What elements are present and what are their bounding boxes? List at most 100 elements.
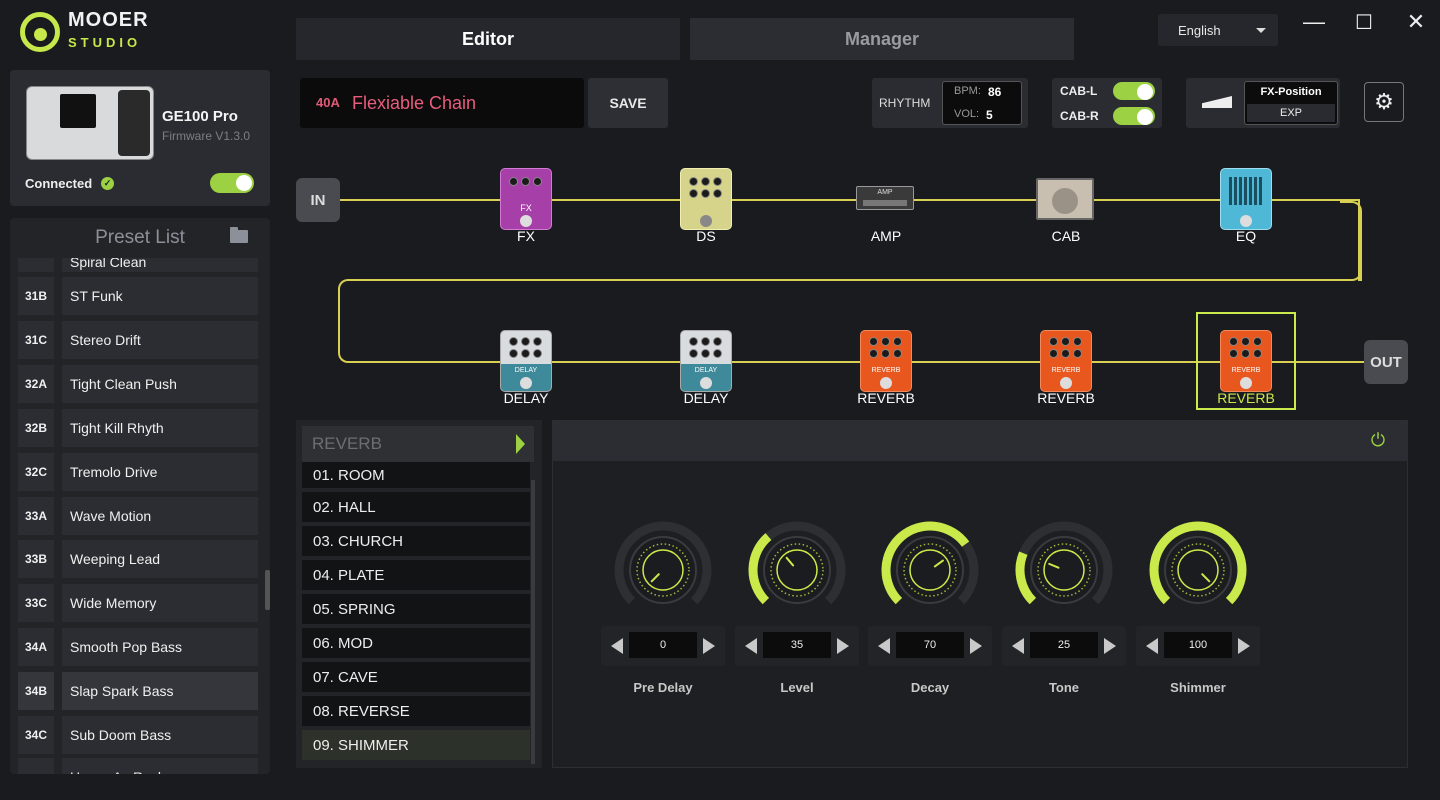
effect-list-item[interactable]: 07. CAVE (302, 662, 530, 692)
increment-arrow-icon[interactable] (1104, 638, 1116, 654)
exp-value[interactable]: EXP (1247, 104, 1335, 122)
increment-arrow-icon[interactable] (703, 638, 715, 654)
cab-r-label: CAB-R (1060, 109, 1099, 123)
preset-row[interactable]: 33C Wide Memory (18, 584, 258, 623)
knob-decay[interactable] (875, 515, 985, 625)
preset-number: 32A (18, 364, 54, 403)
footswitch-icon (520, 377, 532, 389)
param-label: Decay (910, 680, 950, 695)
pedal-eq[interactable] (1220, 168, 1272, 230)
pedal-cab[interactable] (1036, 178, 1094, 220)
knob-pre-delay[interactable] (608, 515, 718, 625)
increment-arrow-icon[interactable] (1238, 638, 1250, 654)
pedal-amp-text: AMP (877, 189, 893, 196)
preset-row[interactable]: Heavy As Rock (18, 758, 258, 774)
pedal-fx[interactable]: FX (500, 168, 552, 230)
param-value[interactable]: 100 (1164, 632, 1232, 658)
increment-arrow-icon[interactable] (837, 638, 849, 654)
effect-list-item[interactable]: 08. REVERSE (302, 696, 530, 726)
effect-list-item[interactable]: 04. PLATE (302, 560, 530, 590)
pedal-delay-text: DELAY (694, 367, 718, 374)
value-stepper: 70 (868, 626, 992, 666)
effect-list-item[interactable]: 06. MOD (302, 628, 530, 658)
chevron-down-icon (1256, 28, 1266, 33)
pedal-amp[interactable]: AMP (856, 186, 914, 210)
chain-in[interactable]: IN (296, 178, 340, 222)
footswitch-icon (1060, 377, 1072, 389)
preset-row[interactable]: 32C Tremolo Drive (18, 452, 258, 491)
effect-list-item[interactable]: 05. SPRING (302, 594, 530, 624)
preset-row[interactable]: 31B ST Funk (18, 277, 258, 315)
preset-name: Wide Memory (62, 584, 258, 623)
knob-tone[interactable] (1009, 515, 1119, 625)
preset-number: 34A (18, 628, 54, 667)
speaker-icon (1052, 188, 1078, 214)
param-label: Pre Delay (633, 680, 693, 695)
effect-list-item[interactable]: 03. CHURCH (302, 526, 530, 556)
effect-list-item[interactable]: 02. HALL (302, 492, 530, 522)
effect-list-item[interactable]: 09. SHIMMER (302, 730, 530, 760)
preset-row[interactable]: 34C Sub Doom Bass (18, 716, 258, 754)
current-preset-name[interactable]: Flexiable Chain (352, 93, 476, 114)
pedal-label-amp: AMP (870, 228, 902, 244)
value-stepper: 100 (1136, 626, 1260, 666)
pedal-delay-2[interactable]: DELAY (680, 330, 732, 392)
preset-name: Tight Clean Push (62, 364, 258, 403)
preset-row[interactable]: 34B Slap Spark Bass (18, 672, 258, 711)
decrement-arrow-icon[interactable] (745, 638, 757, 654)
cab-r-toggle[interactable] (1113, 107, 1155, 125)
footswitch-icon (700, 215, 712, 227)
knob-inner (1177, 549, 1219, 591)
logo-icon (20, 12, 60, 52)
vol-key: VOL: (954, 108, 980, 120)
pedal-reverb-2[interactable]: REVERB (1040, 330, 1092, 392)
effect-list-scrollbar[interactable] (531, 480, 535, 764)
save-button[interactable]: SAVE (588, 78, 668, 128)
minimize-button[interactable]: — (1302, 9, 1326, 34)
settings-button[interactable]: ⚙ (1364, 82, 1404, 122)
pedal-ds[interactable] (680, 168, 732, 230)
preset-row[interactable]: 32A Tight Clean Push (18, 364, 258, 403)
knob-shimmer[interactable] (1143, 515, 1253, 625)
connection-toggle[interactable] (210, 173, 254, 193)
cab-l-toggle[interactable] (1113, 82, 1155, 100)
tab-editor[interactable]: Editor (296, 18, 680, 60)
increment-arrow-icon[interactable] (970, 638, 982, 654)
param-value[interactable]: 25 (1030, 632, 1098, 658)
knob-level[interactable] (742, 515, 852, 625)
decrement-arrow-icon[interactable] (878, 638, 890, 654)
preset-number: 33A (18, 496, 54, 535)
preset-row[interactable]: 31C Stereo Drift (18, 320, 258, 359)
fx-position-label: FX-Position (1260, 86, 1322, 98)
effect-category-header[interactable]: REVERB (302, 426, 534, 462)
param-value[interactable]: 0 (629, 632, 697, 658)
param-label: Tone (1048, 680, 1080, 695)
preset-row[interactable]: 33B Weeping Lead (18, 540, 258, 579)
preset-row[interactable]: 34A Smooth Pop Bass (18, 628, 258, 667)
check-icon: ✓ (101, 177, 114, 190)
chain-line-middle (350, 279, 1342, 281)
close-button[interactable]: ✕ (1404, 9, 1428, 34)
power-icon[interactable]: ⏻ (1368, 430, 1388, 450)
preset-list-scrollbar[interactable] (265, 570, 270, 610)
pedal-label-reverb-3: REVERB (1217, 390, 1275, 406)
pedal-delay-text: DELAY (514, 367, 538, 374)
decrement-arrow-icon[interactable] (1012, 638, 1024, 654)
param-value[interactable]: 35 (763, 632, 831, 658)
effect-list-item[interactable]: 01. ROOM (302, 462, 530, 488)
preset-number: 32B (18, 408, 54, 447)
preset-row[interactable]: 32B Tight Kill Rhyth (18, 408, 258, 447)
pedal-delay-1[interactable]: DELAY (500, 330, 552, 392)
play-arrow-icon[interactable] (516, 434, 525, 454)
preset-row[interactable]: 33A Wave Motion (18, 496, 258, 535)
pedal-reverb-1[interactable]: REVERB (860, 330, 912, 392)
footswitch-icon (1240, 215, 1252, 227)
chain-out[interactable]: OUT (1364, 340, 1408, 384)
maximize-button[interactable]: ☐ (1352, 10, 1376, 34)
amp-controls-strip (863, 200, 907, 206)
decrement-arrow-icon[interactable] (1146, 638, 1158, 654)
folder-icon[interactable] (230, 227, 248, 243)
decrement-arrow-icon[interactable] (611, 638, 623, 654)
param-value[interactable]: 70 (896, 632, 964, 658)
tab-manager[interactable]: Manager (690, 18, 1074, 60)
